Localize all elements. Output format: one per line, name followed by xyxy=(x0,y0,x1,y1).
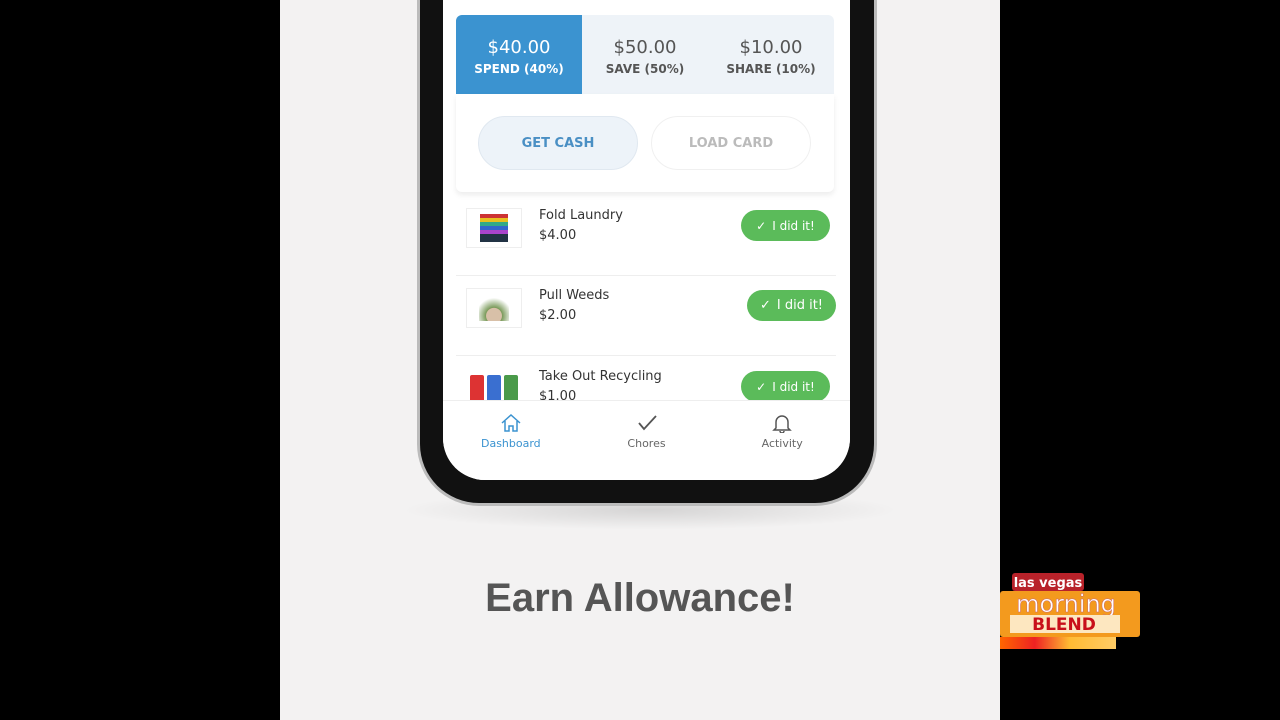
nav-label: Chores xyxy=(627,437,666,450)
nav-label: Dashboard xyxy=(480,437,541,450)
svg-text:BLEND: BLEND xyxy=(1032,615,1096,635)
bottom-nav: Dashboard Chores Activity xyxy=(443,400,850,480)
chore-item: Fold Laundry $4.00 ✓ I did it! xyxy=(456,196,836,276)
nav-label: Activity xyxy=(761,437,803,450)
button-label: I did it! xyxy=(776,298,824,313)
check-icon xyxy=(637,415,657,431)
i-did-it-button[interactable]: ✓ I did it! xyxy=(747,290,836,321)
morning-blend-logo: las vegas morning BLEND xyxy=(1000,573,1140,650)
chore-name: Pull Weeds xyxy=(539,288,610,303)
share-amount: $10.00 xyxy=(739,37,803,58)
save-label: SAVE (50%) xyxy=(605,62,685,76)
nav-dashboard[interactable]: Dashboard xyxy=(443,401,579,480)
spend-amount: $40.00 xyxy=(487,37,551,58)
phone-screen: $40.00 SPEND (40%) $50.00 SAVE (50%) $10.0… xyxy=(443,0,850,480)
check-icon: ✓ xyxy=(756,218,767,233)
bell-icon xyxy=(772,415,792,433)
get-cash-button[interactable]: GET CASH xyxy=(478,116,638,170)
save-amount: $50.00 xyxy=(613,37,677,58)
nav-activity[interactable]: Activity xyxy=(714,401,850,480)
spend-label: SPEND (40%) xyxy=(474,62,564,76)
chore-item: Pull Weeds $2.00 ✓ I did it! xyxy=(456,276,836,356)
check-icon: ✓ xyxy=(759,298,771,313)
laundry-image xyxy=(466,208,522,248)
button-label: I did it! xyxy=(772,379,815,394)
load-card-button[interactable]: LOAD CARD xyxy=(651,116,811,170)
home-icon xyxy=(501,413,521,432)
balance-tabs: $40.00 SPEND (40%) $50.00 SAVE (50%) $10.0… xyxy=(456,15,834,94)
actions-card: GET CASH LOAD CARD xyxy=(456,94,834,192)
tab-share[interactable]: $10.00 SHARE (10%) xyxy=(708,15,834,94)
chore-name: Fold Laundry xyxy=(539,208,623,223)
chore-price: $4.00 xyxy=(539,228,577,243)
svg-text:las vegas: las vegas xyxy=(1014,576,1083,591)
nav-chores[interactable]: Chores xyxy=(579,401,715,480)
check-icon: ✓ xyxy=(756,379,767,394)
share-label: SHARE (10%) xyxy=(726,62,816,76)
weeds-image xyxy=(466,288,522,328)
caption: Earn Allowance! xyxy=(485,576,795,620)
i-did-it-button[interactable]: ✓ I did it! xyxy=(741,371,830,402)
svg-text:morning: morning xyxy=(1016,590,1116,618)
button-label: I did it! xyxy=(772,218,815,233)
chore-price: $2.00 xyxy=(539,308,577,323)
tab-save[interactable]: $50.00 SAVE (50%) xyxy=(582,15,708,94)
tab-spend[interactable]: $40.00 SPEND (40%) xyxy=(456,15,582,94)
chore-name: Take Out Recycling xyxy=(539,369,662,384)
i-did-it-button[interactable]: ✓ I did it! xyxy=(741,210,830,241)
